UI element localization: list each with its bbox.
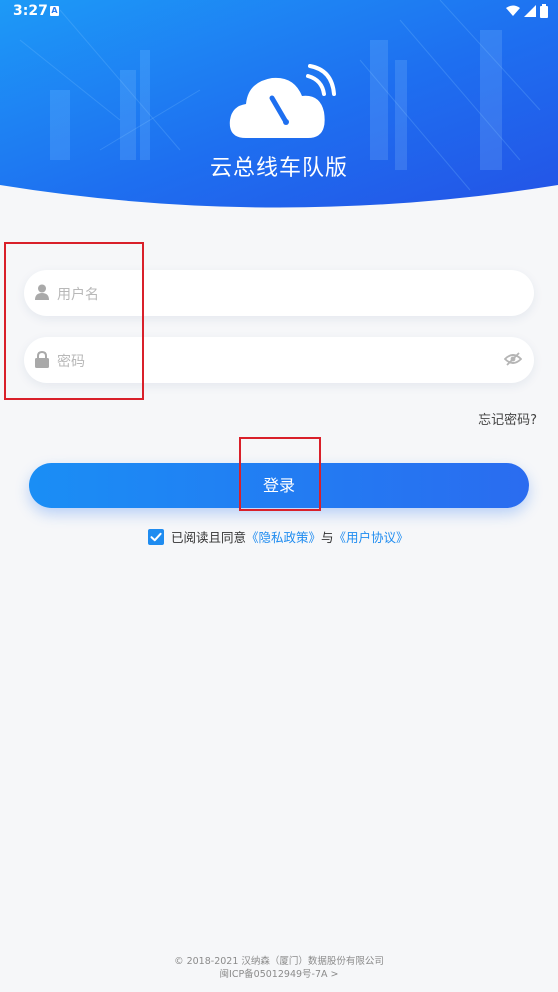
agreement-checkbox[interactable] bbox=[148, 528, 164, 545]
forgot-password-link[interactable]: 忘记密码? bbox=[478, 409, 537, 428]
login-button[interactable]: 登录 bbox=[29, 463, 529, 508]
username-placeholder: 用户名 bbox=[57, 287, 99, 303]
signal-icon bbox=[524, 5, 536, 17]
user-agreement-link[interactable]: 《用户协议》 bbox=[334, 527, 409, 546]
footer: © 2018-2021 汉纳森（厦门）数据股份有限公司 闽ICP备0501294… bbox=[0, 955, 558, 981]
eye-hidden-icon[interactable] bbox=[504, 352, 522, 366]
cloud-speedometer-wifi-icon bbox=[228, 62, 338, 142]
password-placeholder: 密码 bbox=[57, 354, 85, 370]
user-icon bbox=[35, 284, 49, 300]
header-banner: 3:27 A 云总线车队版 bbox=[0, 0, 558, 215]
username-field[interactable]: 用户名 bbox=[24, 270, 534, 316]
checkmark-icon bbox=[150, 532, 162, 541]
status-time: 3:27 bbox=[13, 3, 48, 19]
app-title: 云总线车队版 bbox=[209, 156, 348, 181]
wifi-icon bbox=[506, 5, 520, 16]
battery-icon bbox=[540, 4, 548, 18]
icp-link[interactable]: 闽ICP备05012949号-7A > bbox=[0, 968, 558, 981]
lock-icon bbox=[35, 351, 49, 368]
privacy-policy-link[interactable]: 《隐私政策》 bbox=[246, 527, 321, 546]
agreement-row: 已阅读且同意 《隐私政策》 与 《用户协议》 bbox=[148, 527, 409, 546]
agreement-prefix: 已阅读且同意 bbox=[171, 530, 247, 545]
copyright-text: © 2018-2021 汉纳森（厦门）数据股份有限公司 bbox=[174, 956, 384, 967]
notification-a-icon: A bbox=[50, 6, 59, 16]
status-bar: 3:27 A bbox=[0, 0, 558, 24]
agreement-connector: 与 bbox=[321, 530, 334, 545]
password-field[interactable]: 密码 bbox=[24, 337, 534, 383]
